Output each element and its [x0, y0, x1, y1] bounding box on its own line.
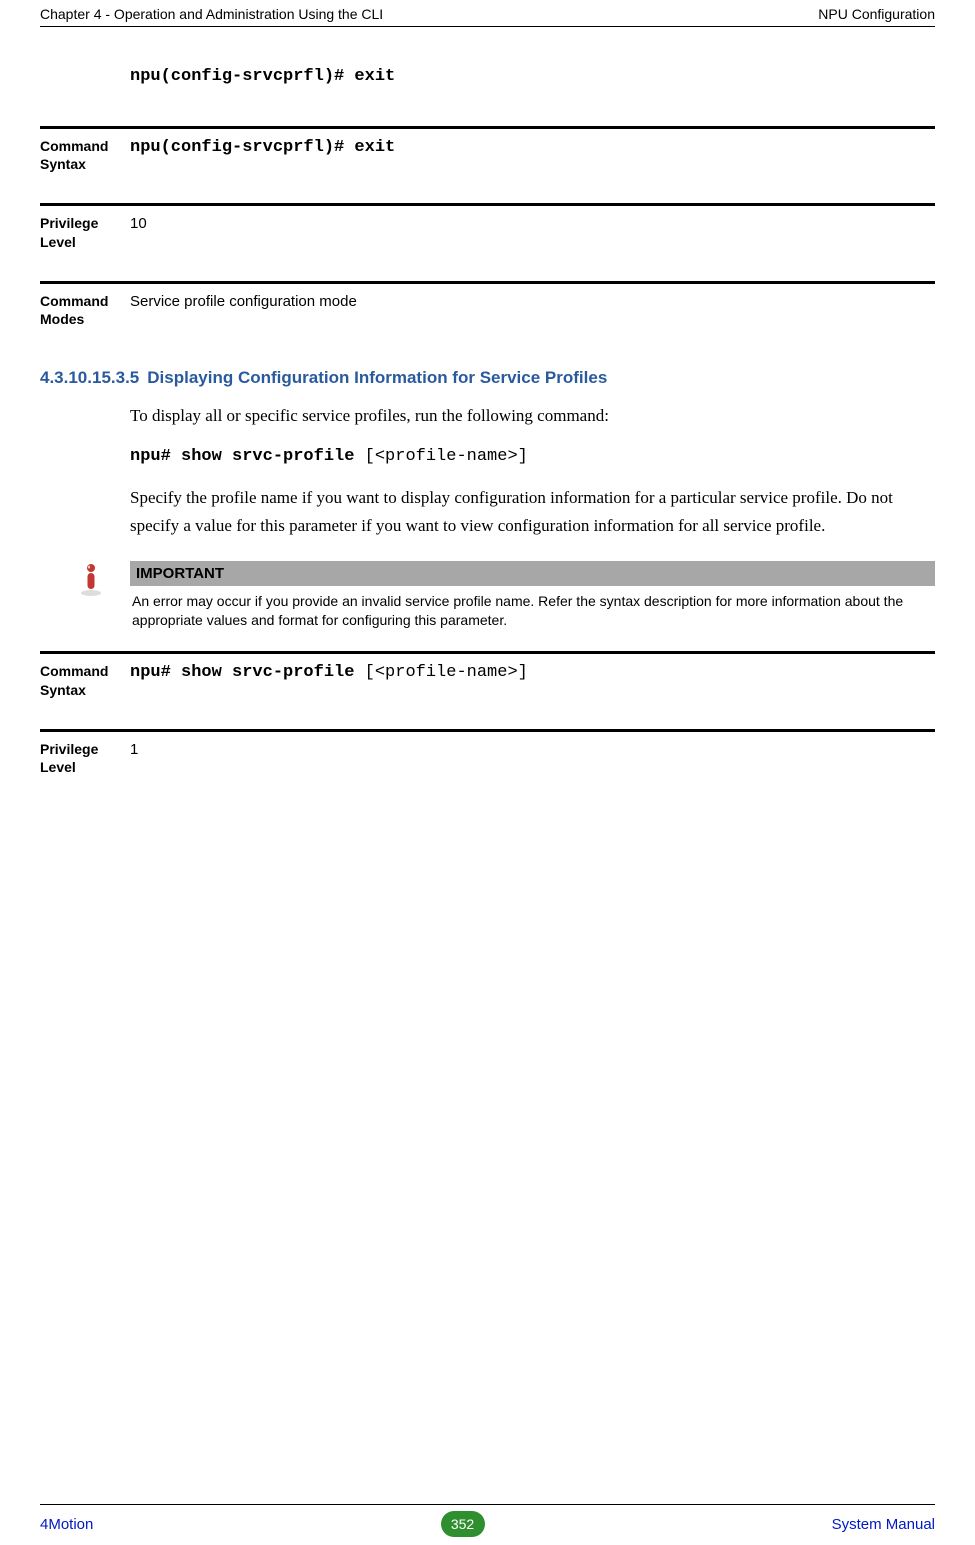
footer-rule: [40, 1504, 935, 1505]
def-command-modes: Command Modes Service profile configurat…: [40, 281, 935, 358]
def-value: 1: [130, 740, 935, 776]
def-command-syntax-1: Command Syntax npu(config-srvcprfl)# exi…: [40, 126, 935, 203]
def-label: Command Modes: [40, 292, 130, 328]
info-icon: [77, 561, 130, 630]
def-value-arg: [<profile-name>]: [365, 663, 528, 682]
page-footer: 4Motion 352 System Manual: [40, 1504, 935, 1537]
def-value: npu(config-srvcprfl)# exit: [130, 137, 935, 173]
def-value: Service profile configuration mode: [130, 292, 935, 328]
paragraph: Specify the profile name if you want to …: [130, 484, 935, 538]
def-label: Command Syntax: [40, 662, 130, 698]
important-label: IMPORTANT: [130, 561, 935, 586]
header-left: Chapter 4 - Operation and Administration…: [40, 6, 383, 22]
footer-right: System Manual: [832, 1516, 935, 1533]
def-value: 10: [130, 214, 935, 250]
def-label: Privilege Level: [40, 740, 130, 776]
header-rule: [40, 26, 935, 27]
top-command-code: npu(config-srvcprfl)# exit: [130, 67, 935, 86]
section-title: Displaying Configuration Information for…: [147, 368, 607, 388]
page-header: Chapter 4 - Operation and Administration…: [40, 0, 935, 26]
def-privilege-level-2: Privilege Level 1: [40, 729, 935, 806]
section-number: 4.3.10.15.3.5: [40, 368, 139, 388]
def-label: Privilege Level: [40, 214, 130, 250]
show-command-arg: [<profile-name>]: [365, 447, 528, 466]
page-number-badge: 352: [441, 1511, 485, 1537]
def-value: npu# show srvc-profile [<profile-name>]: [130, 662, 935, 698]
show-command: npu# show srvc-profile [<profile-name>]: [130, 447, 935, 466]
header-right: NPU Configuration: [818, 6, 935, 22]
paragraph: To display all or specific service profi…: [130, 402, 935, 429]
def-command-syntax-2: Command Syntax npu# show srvc-profile [<…: [40, 651, 935, 728]
def-value-bold: npu# show srvc-profile: [130, 663, 365, 682]
def-privilege-level-1: Privilege Level 10: [40, 203, 935, 280]
important-text: An error may occur if you provide an inv…: [130, 592, 935, 630]
important-block: IMPORTANT An error may occur if you prov…: [77, 561, 935, 630]
section-heading: 4.3.10.15.3.5 Displaying Configuration I…: [40, 368, 935, 388]
def-label: Command Syntax: [40, 137, 130, 173]
show-command-bold: npu# show srvc-profile: [130, 447, 365, 466]
footer-left: 4Motion: [40, 1516, 93, 1533]
